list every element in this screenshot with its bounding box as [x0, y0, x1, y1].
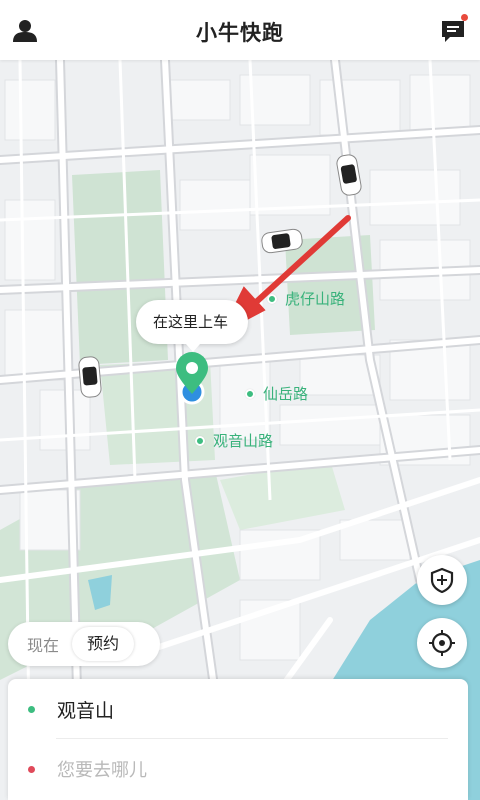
destination-placeholder: 您要去哪儿: [57, 760, 147, 781]
pickup-location: 观音山: [57, 699, 115, 722]
destination-dot: [28, 765, 35, 773]
destination-field[interactable]: 您要去哪儿: [8, 739, 468, 799]
poi-label: 虎仔山路: [285, 290, 346, 308]
shield-plus-icon: [430, 567, 454, 593]
poi-huzaishan-road[interactable]: 虎仔山路: [267, 288, 345, 309]
poi-guanyinshan-road[interactable]: 观音山路: [195, 430, 273, 451]
app-title: 小牛快跑: [196, 21, 284, 45]
poi-label: 观音山路: [213, 432, 274, 450]
ride-mode-switch: 现在 预约: [8, 622, 160, 666]
safety-button[interactable]: [417, 555, 467, 605]
trip-card: 观音山 您要去哪儿: [8, 679, 468, 800]
pickup-field[interactable]: 观音山: [8, 679, 468, 739]
locate-button[interactable]: [417, 618, 467, 668]
poi-dot: [267, 293, 277, 304]
unread-dot: [461, 14, 468, 21]
pickup-dot: [28, 705, 35, 713]
poi-dot: [195, 435, 205, 446]
poi-xianyue-road[interactable]: 仙岳路: [245, 383, 308, 404]
mode-now-tab[interactable]: 现在: [14, 632, 72, 656]
top-bar: 小牛快跑: [0, 0, 480, 60]
message-icon[interactable]: [440, 18, 466, 44]
poi-dot: [245, 388, 255, 399]
car-icon-3: [78, 356, 102, 398]
mode-book-tab[interactable]: 预约: [72, 627, 134, 661]
pickup-tooltip: 在这里上车: [136, 300, 248, 352]
locate-crosshair-icon: [429, 630, 455, 656]
poi-label: 仙岳路: [263, 385, 309, 403]
